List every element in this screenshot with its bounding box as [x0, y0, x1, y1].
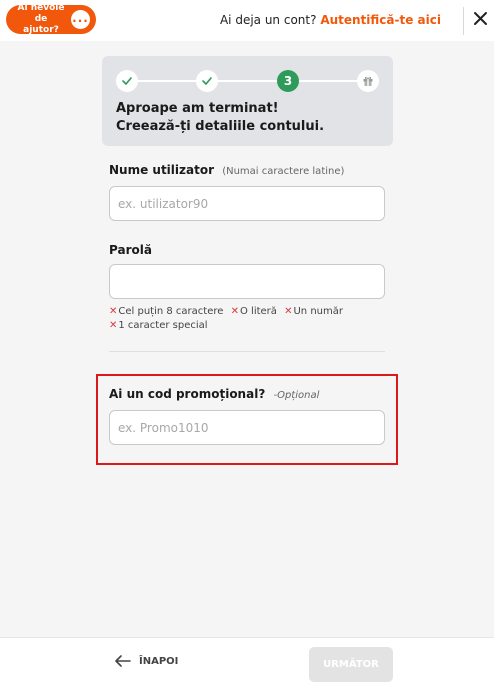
close-button[interactable] — [470, 9, 490, 29]
help-button[interactable]: Ai nevoie de ajutor? ... — [6, 3, 96, 35]
step-2-complete — [196, 70, 218, 92]
close-icon — [474, 12, 487, 25]
username-input[interactable] — [109, 186, 385, 221]
header-divider — [463, 7, 464, 35]
progress-card: 3 Aproape am terminat! Creează-ți detali… — [102, 56, 393, 146]
username-label-text: Nume utilizator — [109, 163, 215, 177]
rule-text: Cel puțin 8 caractere — [118, 306, 224, 317]
promo-label: Ai un cod promoțional? -Opțional — [109, 387, 319, 401]
check-icon — [202, 77, 212, 85]
step-3-current: 3 — [277, 70, 299, 92]
progress-title: Aproape am terminat! Creează-ți detaliil… — [116, 100, 324, 136]
rule-text: O literă — [239, 306, 277, 317]
username-hint: (Numai caractere latine) — [222, 166, 345, 177]
password-rules: ✕Cel puțin 8 caractere ✕O literă ✕Un num… — [109, 305, 389, 333]
progress-title-line1: Aproape am terminat! — [116, 101, 279, 116]
progress-track — [126, 80, 368, 82]
progress-title-line2: Creează-ți detaliile contului. — [116, 119, 325, 134]
step-4-upcoming — [357, 70, 379, 92]
chat-bubble-icon: ... — [71, 10, 90, 29]
login-prompt: Ai deja un cont? Autentifică-te aici — [220, 13, 441, 27]
login-link[interactable]: Autentifică-te aici — [320, 13, 441, 27]
back-button[interactable]: ÎNAPOI — [115, 655, 178, 667]
rule-item: ✕Cel puțin 8 caractere — [109, 306, 223, 317]
rule-item: ✕Un număr — [284, 306, 343, 317]
arrow-left-icon — [115, 655, 131, 667]
promo-optional-tag: -Opțional — [273, 390, 320, 401]
gift-icon — [363, 77, 373, 86]
step-1-complete — [116, 70, 138, 92]
username-label: Nume utilizator (Numai caractere latine) — [109, 163, 344, 177]
help-button-label: Ai nevoie de ajutor? — [17, 3, 65, 35]
password-label: Parolă — [109, 243, 152, 257]
cross-icon: ✕ — [109, 306, 118, 317]
login-prompt-text: Ai deja un cont? — [219, 13, 317, 27]
password-input[interactable] — [109, 264, 385, 299]
rule-item: ✕1 caracter special — [109, 320, 208, 331]
rule-item: ✕O literă — [231, 306, 277, 317]
promo-label-text: Ai un cod promoțional? — [109, 387, 266, 401]
rule-text: Un număr — [293, 306, 343, 317]
top-bar: Ai nevoie de ajutor? ... Ai deja un cont… — [0, 0, 494, 41]
back-button-label: ÎNAPOI — [139, 655, 179, 667]
promo-code-input[interactable] — [109, 410, 385, 445]
check-icon — [122, 77, 132, 85]
footer-bar: ÎNAPOI URMĂTOR — [0, 637, 494, 688]
next-button[interactable]: URMĂTOR — [309, 647, 393, 682]
rule-text: 1 caracter special — [118, 320, 208, 331]
cross-icon: ✕ — [109, 320, 118, 331]
section-divider — [109, 351, 385, 352]
cross-icon: ✕ — [230, 306, 239, 317]
cross-icon: ✕ — [284, 306, 293, 317]
